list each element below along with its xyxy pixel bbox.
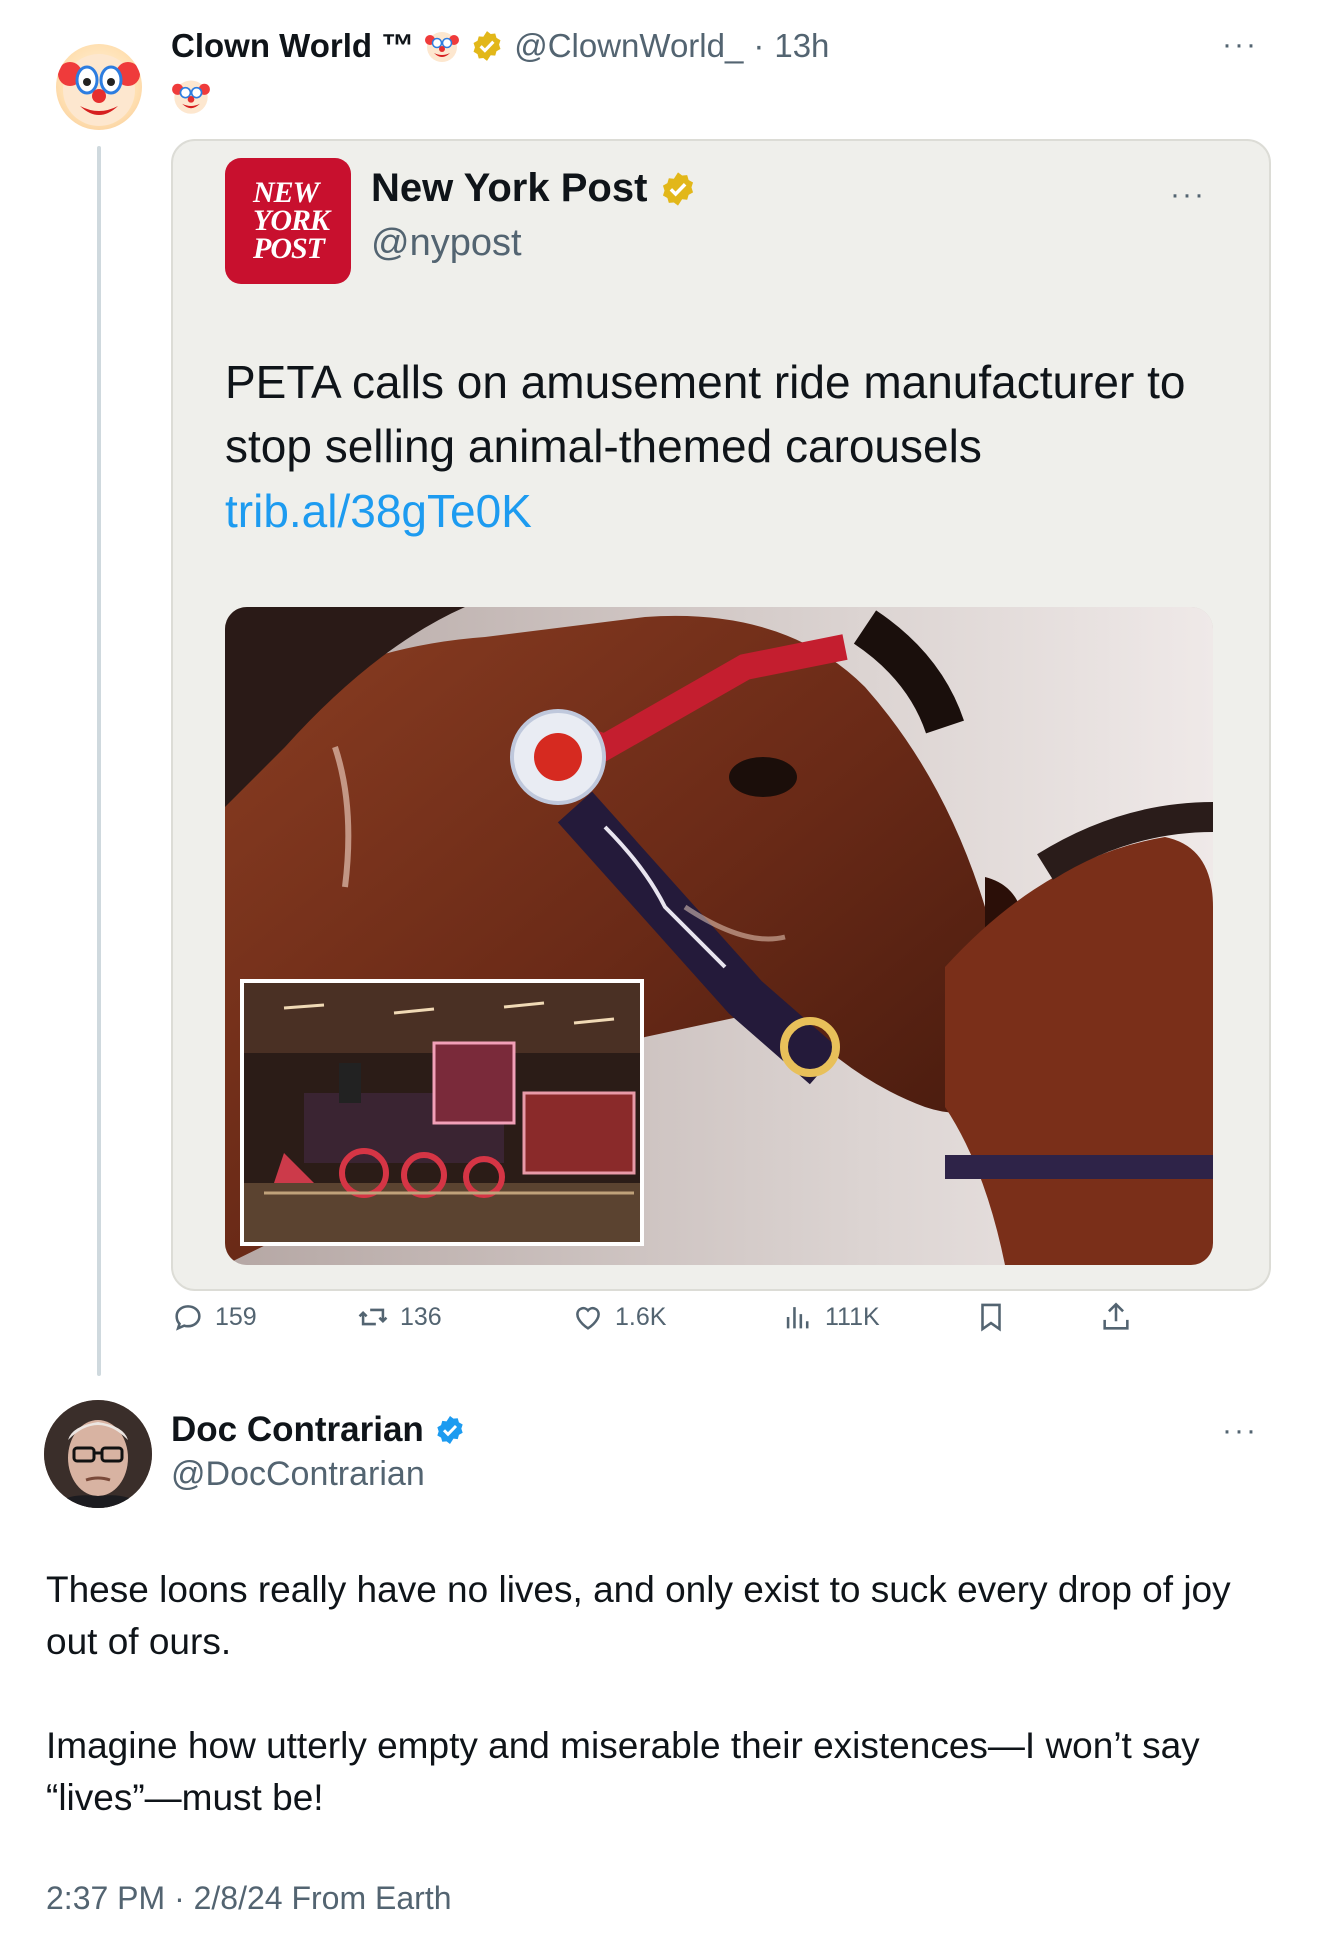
reply-paragraph: Imagine how utterly empty and miserable … bbox=[46, 1725, 1200, 1818]
train-illustration bbox=[244, 983, 640, 1242]
reply-paragraph: These loons really have no lives, and on… bbox=[46, 1569, 1231, 1662]
reply-author-handle[interactable]: @DocContrarian bbox=[171, 1455, 425, 1494]
quoted-author-handle[interactable]: @nypost bbox=[371, 222, 522, 265]
clown-face-icon bbox=[425, 32, 460, 62]
verified-badge-icon bbox=[437, 1416, 463, 1444]
views-count: 111K bbox=[825, 1302, 880, 1331]
reply-more-options-button[interactable]: ··· bbox=[1222, 1414, 1258, 1448]
retweet-button[interactable]: 136 bbox=[356, 1300, 442, 1334]
bookmark-button[interactable] bbox=[974, 1300, 1008, 1334]
author-handle[interactable]: @ClownWorld_ bbox=[514, 27, 743, 65]
logo-line: NEW bbox=[253, 176, 319, 209]
share-icon bbox=[1103, 1302, 1129, 1330]
separator-dot: · bbox=[753, 27, 765, 64]
reply-icon bbox=[175, 1305, 201, 1331]
verified-badge-icon bbox=[473, 31, 501, 61]
share-button[interactable] bbox=[1099, 1300, 1133, 1334]
tweet-header: Clown World ™ @ClownWorld_ · 13h bbox=[171, 22, 829, 70]
views-button[interactable]: 111K bbox=[781, 1300, 880, 1334]
thread-connector bbox=[97, 146, 101, 1376]
avatar[interactable] bbox=[44, 1400, 152, 1508]
avatar[interactable] bbox=[56, 44, 142, 130]
author-name[interactable]: Clown World ™ bbox=[171, 27, 414, 65]
verified-badge-icon bbox=[663, 171, 694, 206]
nypost-logo[interactable]: NEW YORK POST bbox=[225, 158, 351, 284]
quoted-more-options-button[interactable]: ··· bbox=[1170, 178, 1206, 212]
more-options-button[interactable]: ··· bbox=[1222, 28, 1258, 62]
reply-timestamp[interactable]: 2:37 PM · 2/8/24 From Earth bbox=[46, 1880, 452, 1917]
reply-author-name[interactable]: Doc Contrarian bbox=[171, 1410, 424, 1450]
carousel-train-photo[interactable] bbox=[240, 979, 644, 1246]
quoted-tweet-link[interactable]: trib.al/38gTe0K bbox=[225, 484, 532, 538]
reply-count: 159 bbox=[215, 1302, 257, 1331]
logo-line: POST bbox=[253, 232, 325, 265]
clown-face-icon bbox=[58, 54, 140, 126]
bookmark-icon bbox=[981, 1303, 1001, 1332]
retweet-icon bbox=[358, 1308, 388, 1326]
quoted-author-name[interactable]: New York Post bbox=[371, 166, 647, 211]
heart-icon bbox=[576, 1306, 600, 1330]
reply-author: Doc Contrarian bbox=[171, 1410, 466, 1450]
quoted-tweet-text: PETA calls on amusement ride manufacture… bbox=[225, 356, 1186, 472]
reply-button[interactable]: 159 bbox=[171, 1300, 257, 1334]
clown-face-icon bbox=[172, 80, 210, 114]
quoted-author: New York Post bbox=[371, 166, 697, 211]
logo-line: YORK bbox=[253, 204, 330, 237]
tweet-time[interactable]: 13h bbox=[774, 27, 829, 65]
like-button[interactable]: 1.6K bbox=[571, 1300, 666, 1334]
retweet-count: 136 bbox=[400, 1302, 442, 1331]
reply-body: These loons really have no lives, and on… bbox=[46, 1564, 1276, 1876]
action-bar: 159 136 1.6K 111K bbox=[171, 1300, 1271, 1350]
views-chart-icon bbox=[786, 1307, 809, 1329]
profile-photo bbox=[44, 1400, 152, 1508]
like-count: 1.6K bbox=[615, 1302, 667, 1331]
